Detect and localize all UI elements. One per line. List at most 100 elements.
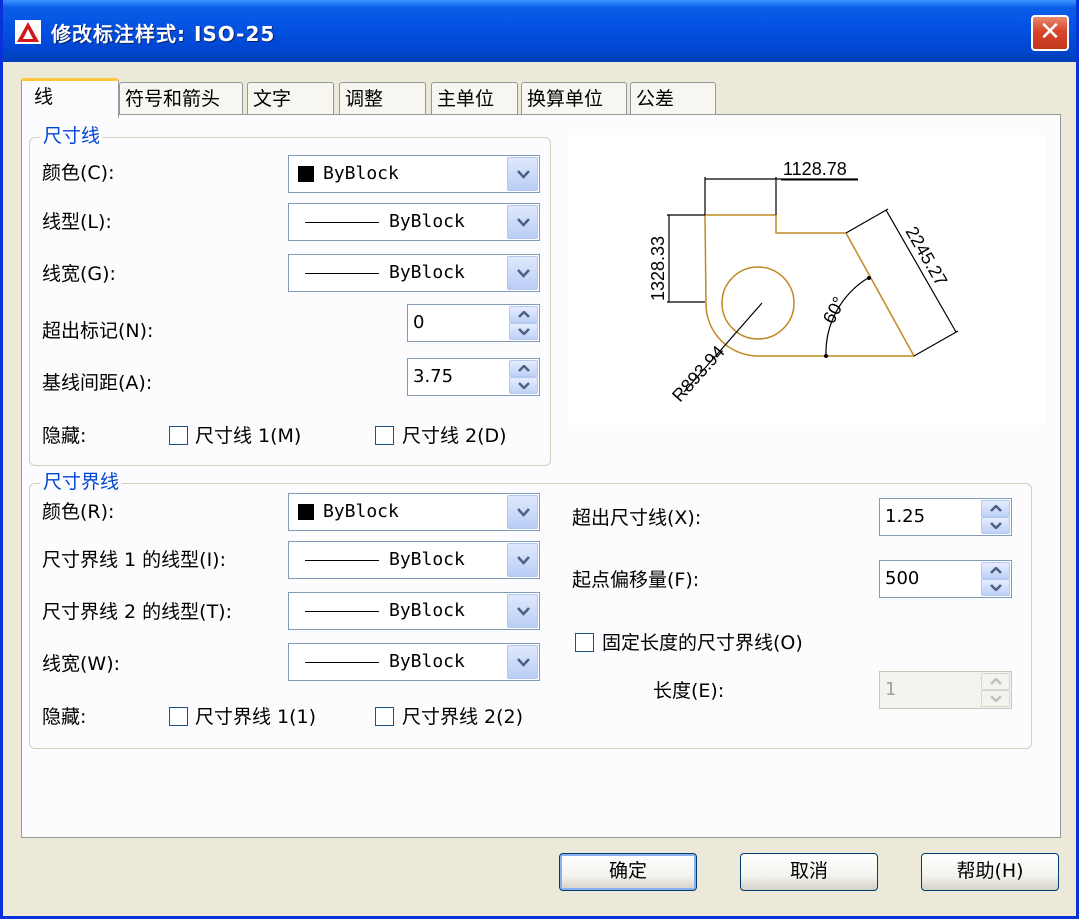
chevron-down-icon <box>517 170 530 179</box>
line-sample <box>305 222 379 223</box>
baseline-spacing-spinner[interactable]: 3.75 <box>407 358 540 396</box>
dim-suppress-label: 隐藏: <box>42 425 87 447</box>
dropdown-button[interactable] <box>507 495 538 529</box>
ext-color-value: ByBlock <box>323 501 399 522</box>
cancel-button[interactable]: 取消 <box>740 853 878 891</box>
chevron-down-icon <box>990 584 1002 591</box>
dimension-lines-legend: 尺寸线 <box>40 125 104 147</box>
dropdown-button[interactable] <box>507 594 538 628</box>
dropdown-button[interactable] <box>507 157 538 191</box>
ext-linetype2-value: ByBlock <box>389 600 465 621</box>
ext-linetype1-select[interactable]: ByBlock <box>288 541 540 579</box>
chevron-down-icon <box>517 269 530 278</box>
baseline-spacing-value: 3.75 <box>413 366 454 387</box>
chevron-up-icon <box>990 678 1002 685</box>
tab-text[interactable]: 文字 <box>247 82 334 116</box>
tab-lines[interactable]: 线 <box>21 78 119 118</box>
ext-color-select[interactable]: ByBlock <box>288 493 540 531</box>
chevron-up-icon <box>518 365 530 372</box>
offset-spinner[interactable]: 500 <box>879 560 1012 598</box>
dim-lineweight-label: 线宽(G): <box>42 263 116 285</box>
dim-linetype-select[interactable]: ByBlock <box>288 203 540 241</box>
spin-down-button[interactable] <box>981 690 1010 707</box>
tab-tolerances[interactable]: 公差 <box>630 82 716 116</box>
extend-beyond-spinner[interactable]: 1.25 <box>879 498 1012 536</box>
dim-lineweight-select[interactable]: ByBlock <box>288 254 540 292</box>
chevron-down-icon <box>517 218 530 227</box>
spin-down-button[interactable] <box>981 579 1010 596</box>
tab-symbols-arrows[interactable]: 符号和箭头 <box>119 82 243 116</box>
ok-button[interactable]: 确定 <box>559 853 697 891</box>
dim-color-label: 颜色(C): <box>42 162 115 184</box>
dim-text-top: 1128.78 <box>783 159 847 179</box>
spin-up-button[interactable] <box>509 306 538 323</box>
line-sample <box>305 273 379 274</box>
spin-down-button[interactable] <box>509 323 538 340</box>
spin-up-button[interactable] <box>509 360 538 377</box>
extend-beyond-label: 超出尺寸线(X): <box>572 507 702 529</box>
ext-lineweight-value: ByBlock <box>389 651 465 672</box>
dropdown-button[interactable] <box>507 543 538 577</box>
suppress-dimline1-checkbox[interactable] <box>169 426 188 445</box>
close-icon: ✕ <box>1039 17 1061 47</box>
color-swatch <box>298 504 314 520</box>
offset-value: 500 <box>885 568 920 589</box>
dropdown-button[interactable] <box>507 205 538 239</box>
extend-ticks-spinner[interactable]: 0 <box>407 304 540 342</box>
length-value: 1 <box>885 679 897 700</box>
chevron-down-icon <box>990 695 1002 702</box>
offset-label: 起点偏移量(F): <box>572 569 700 591</box>
spin-up-button[interactable] <box>981 562 1010 579</box>
chevron-down-icon <box>518 328 530 335</box>
chevron-up-icon <box>990 505 1002 512</box>
suppress-extline1-checkbox[interactable] <box>169 707 188 726</box>
fixed-length-checkbox[interactable] <box>575 633 594 652</box>
dim-color-value: ByBlock <box>323 163 399 184</box>
dim-linetype-value: ByBlock <box>389 211 465 232</box>
length-spinner[interactable]: 1 <box>879 671 1012 709</box>
ext-linetype1-label: 尺寸界线 1 的线型(I): <box>42 549 226 571</box>
dialog-window: 修改标注样式: ISO-25 ✕ 线 符号和箭头 文字 调整 主单位 换算单位 … <box>0 0 1079 919</box>
tab-fit[interactable]: 调整 <box>339 82 426 116</box>
spin-down-button[interactable] <box>981 517 1010 534</box>
ext-linetype1-value: ByBlock <box>389 549 465 570</box>
title-bar[interactable]: 修改标注样式: ISO-25 ✕ <box>3 0 1076 62</box>
tab-alternate-units[interactable]: 换算单位 <box>521 82 627 116</box>
fixed-length-label[interactable]: 固定长度的尺寸界线(O) <box>602 632 803 654</box>
chevron-down-icon <box>517 556 530 565</box>
suppress-dimline1-label[interactable]: 尺寸线 1(M) <box>195 425 301 447</box>
suppress-extline2-label[interactable]: 尺寸界线 2(2) <box>402 706 523 728</box>
chevron-down-icon <box>990 522 1002 529</box>
dim-text-left: 1328.33 <box>648 236 668 301</box>
tab-primary-units[interactable]: 主单位 <box>431 82 518 116</box>
preview-area: 1128.78 1328.33 2245.27 60° R893.94 <box>568 135 1046 425</box>
ext-suppress-label: 隐藏: <box>42 706 87 728</box>
help-button[interactable]: 帮助(H) <box>921 853 1059 891</box>
chevron-up-icon <box>990 567 1002 574</box>
ext-color-label: 颜色(R): <box>42 501 115 523</box>
line-sample <box>305 662 379 663</box>
close-button[interactable]: ✕ <box>1031 15 1069 51</box>
suppress-extline1-label[interactable]: 尺寸界线 1(1) <box>195 706 316 728</box>
dim-color-select[interactable]: ByBlock <box>288 155 540 193</box>
tab-panel: 尺寸线 颜色(C): ByBlock 线型(L): ByBlock 线宽(G):… <box>21 114 1061 838</box>
chevron-up-icon <box>518 311 530 318</box>
suppress-dimline2-checkbox[interactable] <box>375 426 394 445</box>
preview-drawing: 1128.78 1328.33 2245.27 60° R893.94 <box>648 159 959 406</box>
dropdown-button[interactable] <box>507 645 538 679</box>
ext-linetype2-select[interactable]: ByBlock <box>288 592 540 630</box>
extend-ticks-label: 超出标记(N): <box>42 320 154 342</box>
suppress-extline2-checkbox[interactable] <box>375 707 394 726</box>
line-sample <box>305 611 379 612</box>
spin-down-button[interactable] <box>509 377 538 394</box>
spin-up-button[interactable] <box>981 673 1010 690</box>
dropdown-button[interactable] <box>507 256 538 290</box>
dim-lineweight-value: ByBlock <box>389 262 465 283</box>
ext-lineweight-select[interactable]: ByBlock <box>288 643 540 681</box>
spin-up-button[interactable] <box>981 500 1010 517</box>
ext-linetype2-label: 尺寸界线 2 的线型(T): <box>42 601 233 623</box>
color-swatch <box>298 166 314 182</box>
extend-ticks-value: 0 <box>413 312 425 333</box>
suppress-dimline2-label[interactable]: 尺寸线 2(D) <box>402 425 507 447</box>
chevron-down-icon <box>517 658 530 667</box>
